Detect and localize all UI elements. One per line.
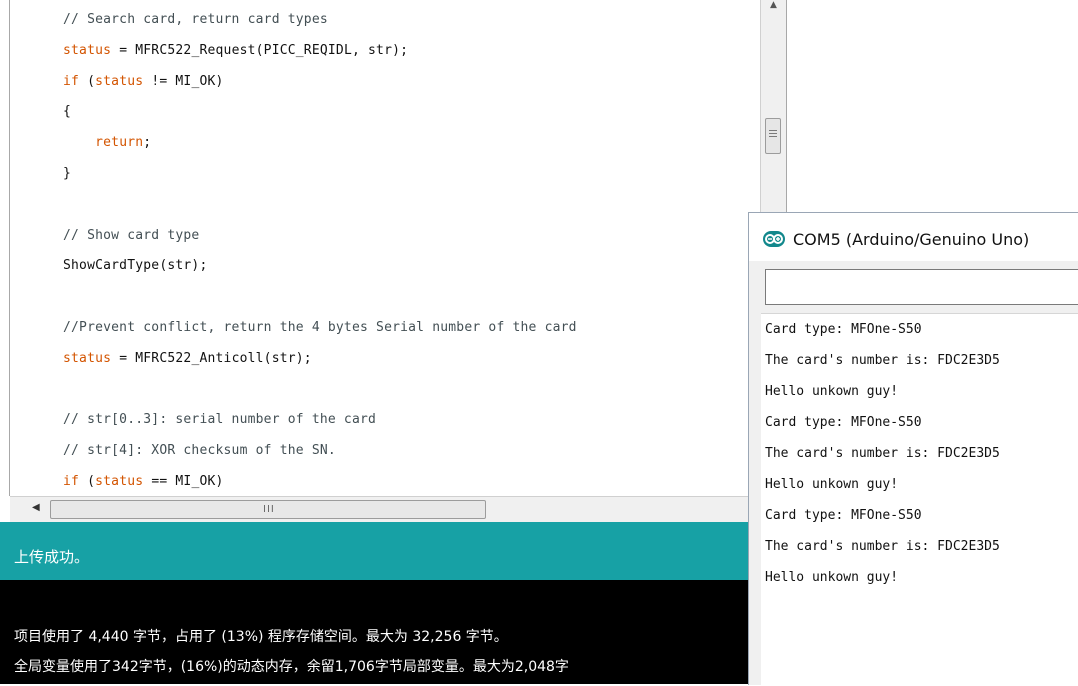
code-keyword: if [63,474,80,489]
code-line: //Prevent conflict, return the 4 bytes S… [63,316,577,340]
code-line: status = MFRC522_Request(PICC_REQIDL, st… [63,39,408,63]
status-bar: 上传成功。 [0,522,790,580]
code-keyword: status [63,42,112,58]
code-comment: // str[0..3]: serial number of the card [63,412,377,428]
code-text: = MFRC522_Anticoll(str); [111,350,312,366]
status-message: 上传成功。 [14,548,90,566]
code-line: // Search card, return card types [63,8,328,32]
code-line: if (status != MI_OK) [63,70,224,94]
serial-output-line: The card's number is: FDC2E3D5 [765,539,1000,554]
vertical-scroll-thumb[interactable] [765,118,781,154]
code-keyword: status [95,73,144,89]
code-comment: // Show card type [63,227,200,243]
code-text: ( [79,474,96,489]
code-area[interactable]: // Search card, return card types status … [10,0,760,496]
code-editor[interactable]: // Search card, return card types status … [0,0,791,523]
serial-output-line: Card type: MFOne-S50 [765,322,922,337]
code-comment: //Prevent conflict, return the 4 bytes S… [63,320,577,335]
code-comment: // str[4]: XOR checksum of the SN. [63,443,336,459]
code-line: if (status == MI_OK) [63,470,224,494]
serial-output-line: Hello unkown guy! [765,570,899,585]
serial-output-line: Card type: MFOne-S50 [765,415,922,430]
code-text: ; [143,135,152,151]
scroll-grip-icon [769,130,777,138]
serial-output-line: Hello unkown guy! [765,477,899,492]
serial-output-line: The card's number is: FDC2E3D5 [765,446,1000,461]
serial-send-input[interactable] [765,269,1078,305]
code-text: == MI_OK) [143,474,224,489]
code-line: ShowCardType(str); [63,254,207,278]
serial-monitor-title: COM5 (Arduino/Genuino Uno) [793,230,1030,249]
console-line: 项目使用了 4,440 字节，占用了 (13%) 程序存储空间。最大为 32,2… [14,629,508,645]
code-line: return; [63,131,151,155]
arduino-logo-icon [763,231,785,247]
console-line: 全局变量使用了342字节，(16%)的动态内存，余留1,706字节局部变量。最大… [14,659,569,675]
serial-output-line: Hello unkown guy! [765,384,899,399]
code-text: } [63,166,72,181]
code-line: } [63,162,71,186]
code-text: { [63,104,72,120]
code-line: status = MFRC522_Anticoll(str); [63,347,312,371]
code-keyword: if [63,73,80,89]
code-line: // str[0..3]: serial number of the card [63,408,376,432]
code-text: ShowCardType(str); [63,258,208,274]
code-line: { [63,100,71,124]
serial-output-line: Card type: MFOne-S50 [765,508,922,523]
code-keyword: return [95,135,144,151]
code-line: // Show card type [63,224,199,248]
scroll-up-arrow-icon[interactable]: ▲ [761,0,787,14]
code-comment: // Search card, return card types [63,12,328,27]
horizontal-scroll-thumb[interactable]: III [50,500,486,519]
console-output: 项目使用了 4,440 字节，占用了 (13%) 程序存储空间。最大为 32,2… [0,580,790,684]
serial-monitor-titlebar[interactable]: COM5 (Arduino/Genuino Uno) [749,213,1078,261]
code-line: // str[4]: XOR checksum of the SN. [63,439,336,463]
code-keyword: status [63,350,112,366]
serial-output-area[interactable]: Card type: MFOne-S50 The card's number is… [761,313,1078,686]
scroll-grip-icon: III [263,504,275,515]
serial-monitor-window[interactable]: COM5 (Arduino/Genuino Uno) Card type: MF… [748,212,1078,686]
code-keyword: status [95,474,144,489]
horizontal-scrollbar[interactable]: ◀ III [10,496,786,523]
scroll-left-arrow-icon[interactable]: ◀ [32,502,40,513]
code-text: != MI_OK) [143,73,224,89]
code-text: = MFRC522_Request(PICC_REQIDL, str); [111,42,409,58]
serial-output-line: The card's number is: FDC2E3D5 [765,353,1000,368]
code-text: ( [79,73,96,89]
